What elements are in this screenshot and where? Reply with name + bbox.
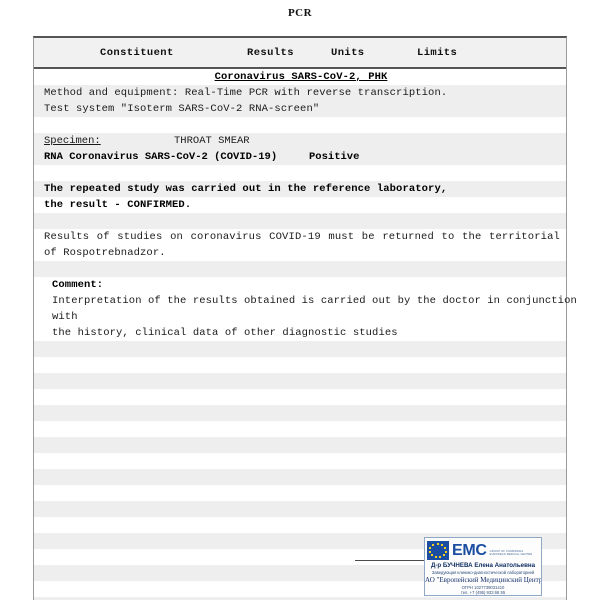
emc-logo: EMC GROUP OF COMPANIES EUROPEAN MEDICAL …: [425, 538, 541, 562]
analyte-name: RNA Coronavirus SARS-CoV-2 (COVID-19): [44, 151, 278, 163]
table-row: Test system "Isoterm SARS-CoV-2 RNA-scre…: [34, 101, 566, 117]
table-row-spacer: [34, 261, 566, 277]
table-row: The repeated study was carried out in th…: [34, 181, 566, 197]
repeat-line-2: the result - CONFIRMED.: [44, 199, 192, 211]
comment-line-3: the history, clinical data of other diag…: [52, 327, 398, 339]
organization-phone: тел. +7 (495) 933 66 55: [460, 589, 506, 595]
table-row-empty: [34, 453, 566, 469]
eu-stars-icon: [427, 541, 449, 560]
table-row: Comment:: [34, 277, 566, 293]
column-header-units: Units: [331, 47, 365, 59]
signature-line: [355, 560, 425, 561]
table-row: Coronavirus SARS-CoV-2, РНК: [34, 69, 566, 85]
table-row: with: [34, 309, 566, 325]
table-row-empty: [34, 437, 566, 453]
table-row: Interpretation of the results obtained i…: [34, 293, 577, 309]
emc-logo-subtitle: GROUP OF COMPANIES EUROPEAN MEDICAL CENT…: [489, 549, 533, 556]
analyte-row: RNA Coronavirus SARS-CoV-2 (COVID-19) Po…: [34, 149, 566, 165]
results-table: Constituent Results Units Limits Coronav…: [33, 36, 577, 600]
method-line-1: Method and equipment: Real-Time PCR with…: [44, 87, 448, 99]
table-row-empty: [34, 389, 566, 405]
section-title: Coronavirus SARS-CoV-2, РНК: [214, 71, 388, 83]
table-row-empty: [34, 405, 566, 421]
table-row-spacer: [34, 213, 566, 229]
repeat-line-1: The repeated study was carried out in th…: [44, 183, 448, 195]
table-row: the result - CONFIRMED.: [34, 197, 566, 213]
table-header-row: Constituent Results Units Limits: [34, 38, 566, 69]
comment-line-1: Interpretation of the results obtained i…: [52, 295, 577, 307]
doctor-role: Заведующая клинико-диагностической лабор…: [431, 570, 535, 575]
table-row-empty: [34, 357, 566, 373]
table-row-empty: [34, 373, 566, 389]
specimen-row: Specimen: THROAT SMEAR: [34, 133, 566, 149]
table-body: Coronavirus SARS-CoV-2, РНК Method and e…: [34, 69, 577, 600]
table-row-spacer: [34, 165, 566, 181]
status-badge: Positive: [309, 151, 360, 163]
notice-line-2: of Rospotrebnadzor.: [44, 247, 166, 259]
specimen-label: Specimen:: [44, 135, 101, 147]
table-row-empty: [34, 501, 566, 517]
organization-name: АО "Европейский Медицинский Центр": [425, 575, 542, 584]
table-row-spacer: [34, 117, 566, 133]
table-row: Results of studies on coronavirus COVID-…: [34, 229, 566, 259]
emc-wordmark: EMC: [452, 541, 487, 559]
signature-stamp: EMC GROUP OF COMPANIES EUROPEAN MEDICAL …: [424, 537, 542, 597]
column-header-results: Results: [247, 47, 294, 59]
column-header-constituent: Constituent: [100, 47, 174, 59]
table-row-empty: [34, 485, 566, 501]
table-row-empty: [34, 517, 566, 533]
table-row: Method and equipment: Real-Time PCR with…: [34, 85, 566, 101]
table-row: of Rospotrebnadzor.: [34, 245, 566, 261]
comment-line-2: with: [52, 311, 78, 323]
doctor-name: Д-р БУЧНЕВА Елена Анатольевна: [430, 562, 536, 569]
report-page: PCR Constituent Results Units Limits Cor…: [0, 0, 600, 600]
table-row-empty: [34, 469, 566, 485]
table-row-empty: [34, 421, 566, 437]
table-row: the history, clinical data of other diag…: [34, 325, 566, 341]
method-line-2: Test system "Isoterm SARS-CoV-2 RNA-scre…: [44, 103, 320, 115]
column-header-limits: Limits: [417, 47, 458, 59]
comment-label: Comment:: [52, 279, 104, 291]
specimen-value: THROAT SMEAR: [174, 135, 250, 147]
table-row-empty: [34, 341, 566, 357]
page-title: PCR: [287, 7, 313, 19]
